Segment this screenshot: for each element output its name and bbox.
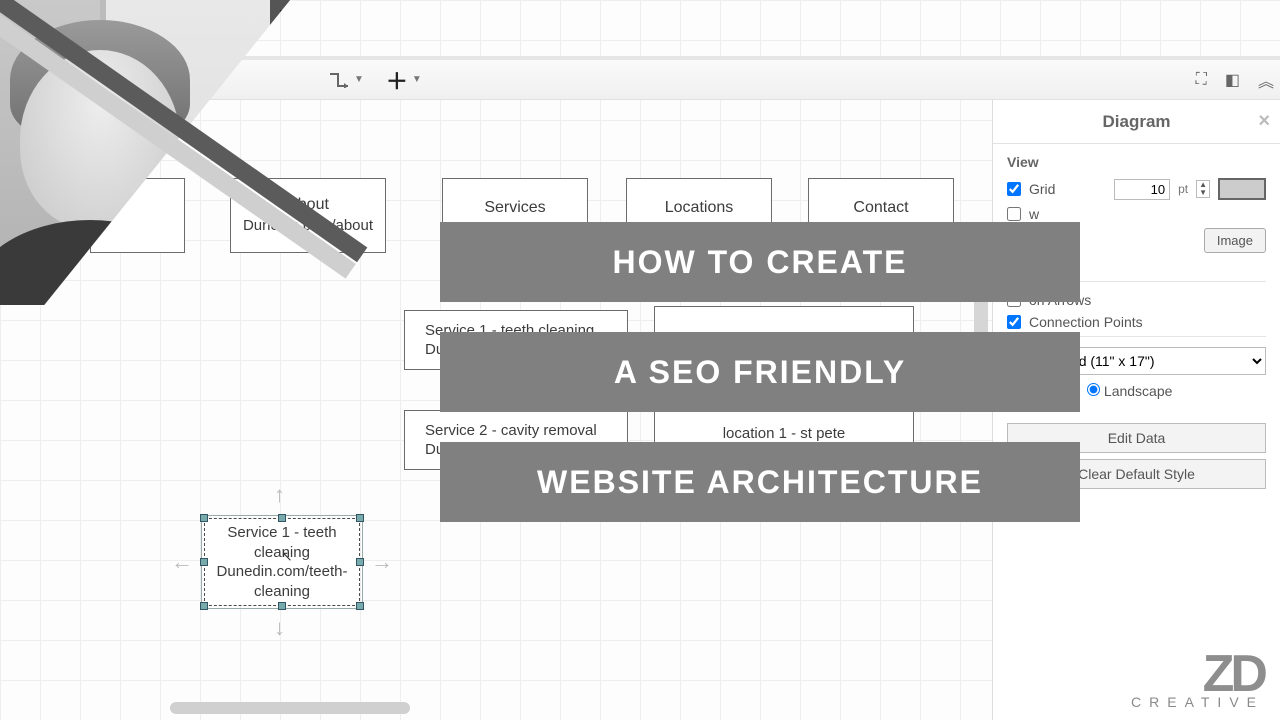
view-heading: View (1007, 154, 1266, 170)
node-title: About (287, 195, 329, 216)
arrow-down-icon[interactable]: ↓ (274, 614, 285, 643)
connection-points-label: Connection Points (1029, 314, 1143, 330)
node-selected[interactable]: Service 1 - teeth cleaning Dunedin.com/t… (204, 518, 360, 606)
sel-line: Service 1 - teeth (227, 523, 336, 543)
collapse-panel-icon[interactable]: ︽ (1252, 66, 1280, 94)
pageview-checkbox[interactable] (1007, 207, 1021, 221)
grid-color-swatch[interactable] (1218, 178, 1266, 200)
format-panel-toggle-icon[interactable]: ◧ (1219, 68, 1246, 92)
node-title: Service 2 - cavity removal (425, 421, 597, 441)
logo-initials: ZD (1131, 654, 1264, 696)
connection-points-checkbox[interactable] (1007, 315, 1021, 329)
add-shape-dropdown[interactable]: ＋ ▼ (378, 60, 430, 100)
panel-header: Diagram × (993, 100, 1280, 144)
connector-style-dropdown[interactable]: ▼ (320, 68, 372, 92)
caret-down-icon: ▼ (412, 74, 422, 85)
brand-logo: ZD CREATIVE (1131, 654, 1264, 710)
grid-checkbox[interactable] (1007, 182, 1021, 196)
arrow-right-icon[interactable]: → (371, 548, 393, 577)
arrow-up-icon[interactable]: ↑ (274, 481, 285, 510)
close-icon[interactable]: × (1258, 110, 1270, 133)
node-about[interactable]: About Dunedin.com/about (230, 178, 386, 253)
pageview-label: w (1029, 206, 1039, 222)
panel-title: Diagram (1102, 112, 1170, 132)
logo-subtitle: CREATIVE (1131, 694, 1264, 710)
overlay-line-1: HOW TO CREATE (440, 222, 1080, 302)
grid-size-stepper[interactable]: ▲▼ (1196, 180, 1210, 198)
grid-size-input[interactable] (1114, 179, 1170, 200)
grid-unit: pt (1178, 182, 1188, 196)
horizontal-scrollbar[interactable] (170, 702, 410, 714)
webcam-overlay (0, 0, 290, 305)
elbow-connector-icon (328, 72, 350, 88)
node-title: Locations (665, 198, 734, 219)
node-title: Contact (853, 198, 908, 219)
diagram-canvas[interactable]: ▼ ＋ ▼ ⛶ ◧ ︽ About Dunedin.com/about Serv… (0, 0, 1280, 720)
overlay-line-2: A SEO FRIENDLY (440, 332, 1080, 412)
fullscreen-icon[interactable]: ⛶ (1190, 69, 1213, 91)
node-url: Dunedin.com/about (243, 216, 373, 236)
overlay-line-3: WEBSITE ARCHITECTURE (440, 442, 1080, 522)
orientation-landscape[interactable]: Landscape (1087, 383, 1172, 399)
arrow-left-icon[interactable]: ← (171, 548, 193, 577)
plus-icon: ＋ (386, 64, 408, 96)
node-title: location 1 - st pete (723, 424, 846, 444)
caret-down-icon: ▼ (354, 74, 364, 85)
sel-line: cleaning (254, 582, 310, 602)
node-title: Services (484, 198, 545, 219)
background-image-button[interactable]: Image (1204, 228, 1266, 253)
cursor-icon: ↖ (281, 547, 293, 565)
grid-label: Grid (1029, 181, 1055, 197)
